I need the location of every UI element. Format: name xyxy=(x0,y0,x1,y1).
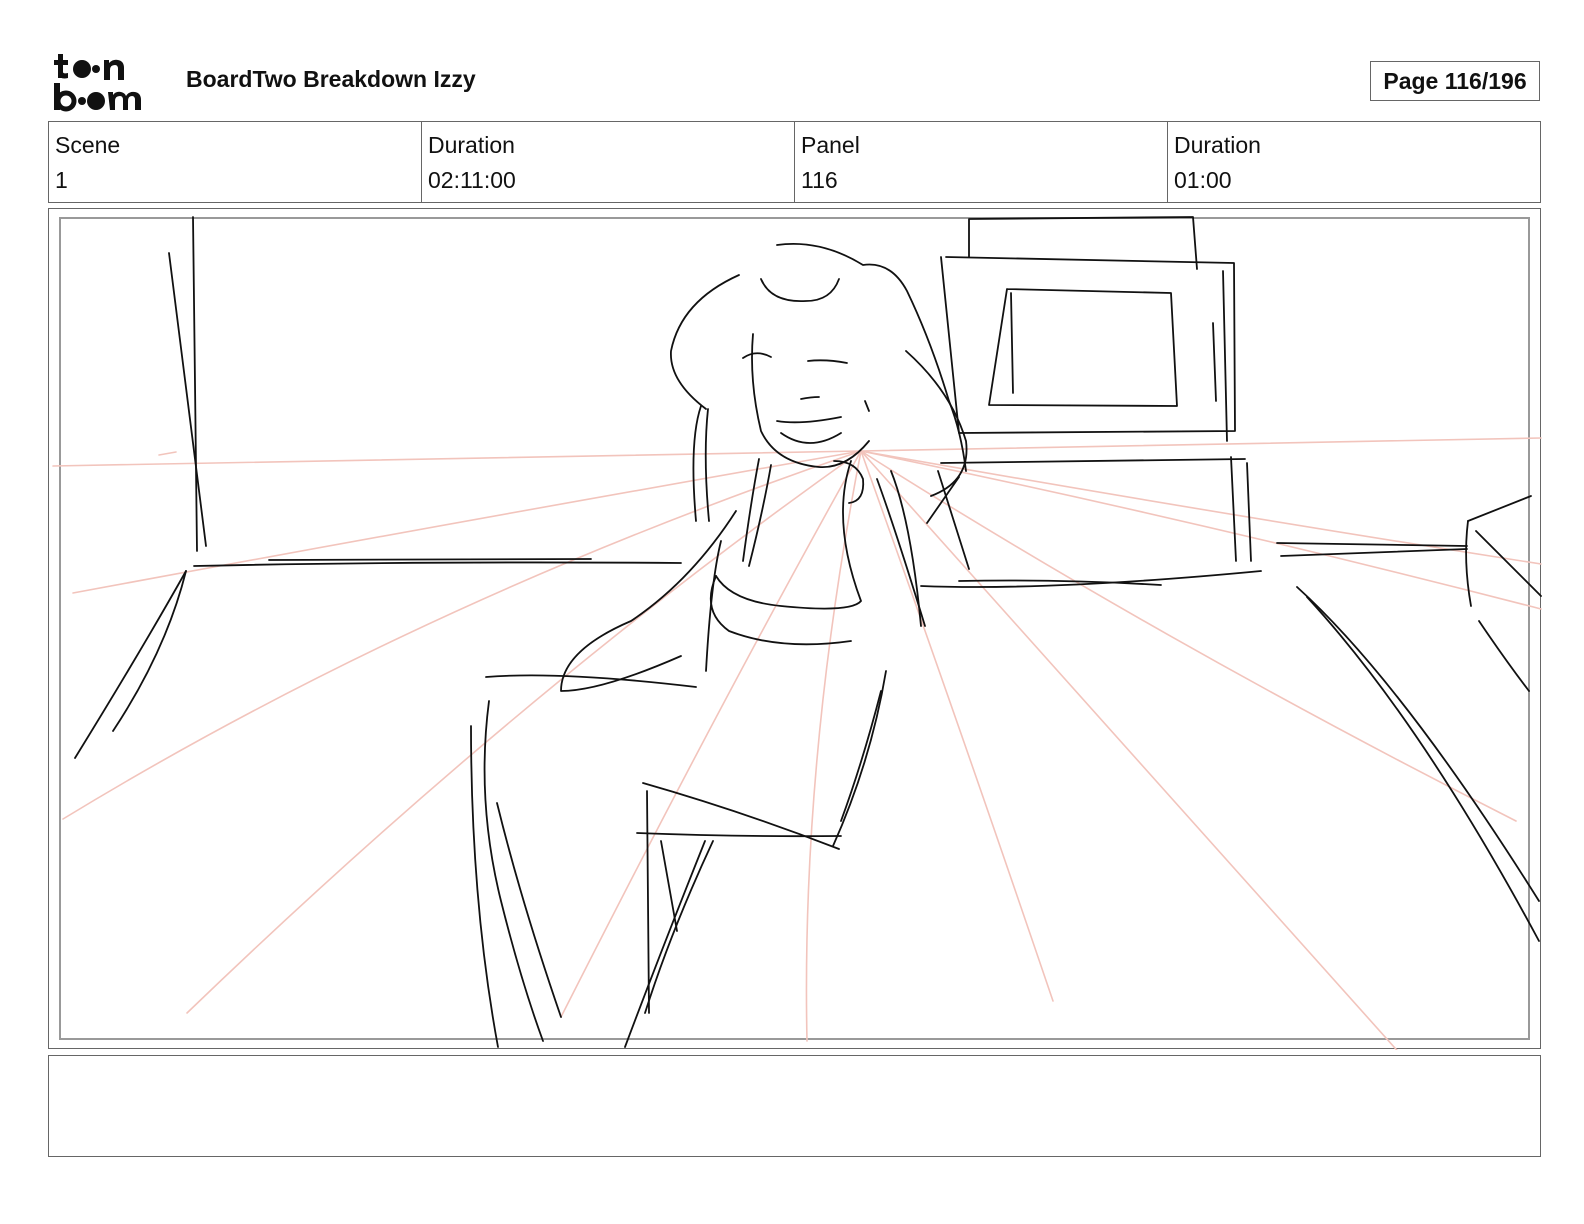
scene-value: 1 xyxy=(55,167,68,193)
panel-info-table: Scene 1 Duration 02:11:00 Panel 116 Dura… xyxy=(48,121,1541,203)
scene-duration-value: 02:11:00 xyxy=(428,167,516,193)
toon-boom-logo xyxy=(54,54,141,112)
scene-duration-label: Duration xyxy=(428,132,515,158)
panel-duration-value: 01:00 xyxy=(1174,167,1232,193)
panel-label: Panel xyxy=(801,132,860,158)
panel-duration-cell: Duration 01:00 xyxy=(1168,122,1540,202)
panel-cell: Panel 116 xyxy=(795,122,1168,202)
scene-duration-cell: Duration 02:11:00 xyxy=(422,122,795,202)
scene-label: Scene xyxy=(55,132,121,158)
project-title: BoardTwo Breakdown Izzy xyxy=(186,66,476,92)
perspective-lines xyxy=(52,437,1542,1050)
scene-cell: Scene 1 xyxy=(49,122,422,202)
panel-duration-label: Duration xyxy=(1174,132,1261,158)
panel-notes-box xyxy=(48,1055,1541,1157)
page-number-badge: Page 116/196 xyxy=(1370,61,1540,101)
storyboard-panel xyxy=(48,208,1542,1050)
panel-sketch xyxy=(52,216,1542,1050)
panel-value: 116 xyxy=(801,167,838,193)
